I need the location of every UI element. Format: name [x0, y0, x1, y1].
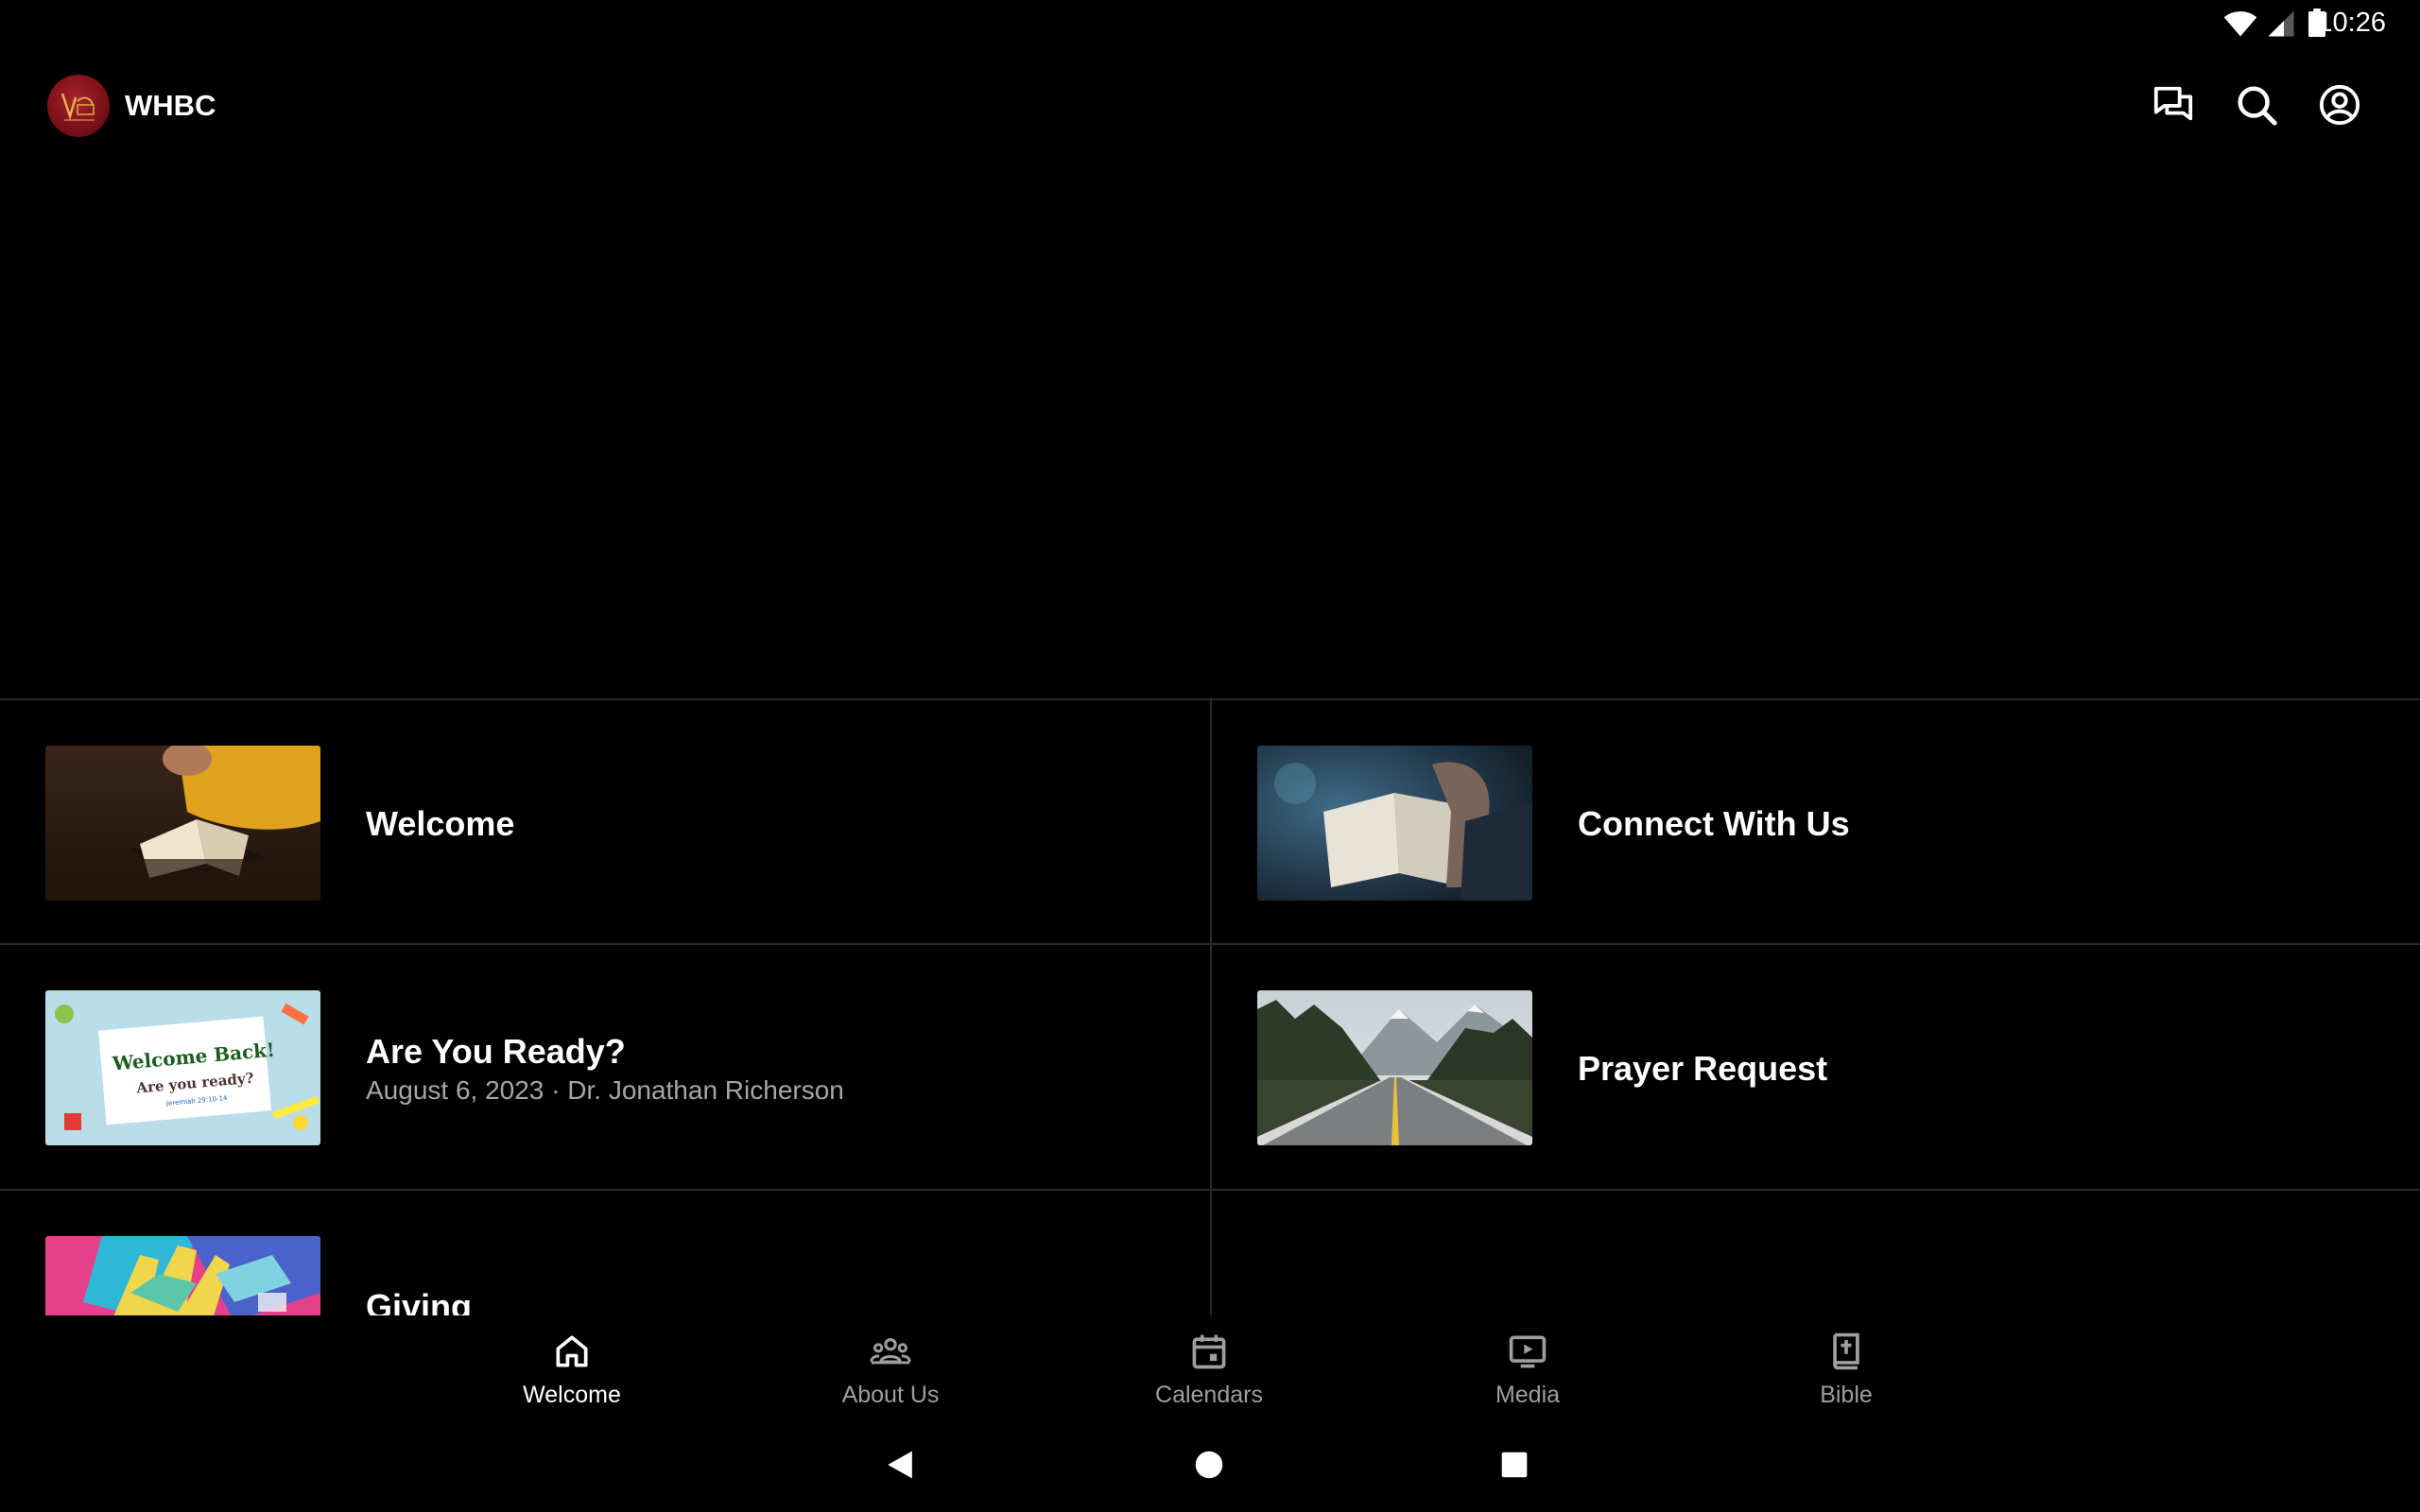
- bible-icon: [1833, 1332, 1859, 1370]
- app-bar: WHBC: [0, 57, 2420, 161]
- nav-label: Welcome: [523, 1382, 621, 1408]
- group-icon: [870, 1337, 911, 1365]
- logo-mark-icon: [60, 93, 95, 121]
- nav-label: Calendars: [1155, 1382, 1263, 1408]
- thumbnail-mountain-road: [1257, 990, 1532, 1145]
- home-button-icon[interactable]: [1195, 1451, 1223, 1479]
- bottom-navigation: Welcome About Us Calendars Media Bible: [0, 1315, 2420, 1418]
- card-are-you-ready[interactable]: Welcome Back! Are you ready? Jeremiah 29…: [0, 945, 1210, 1189]
- card-title: Connect With Us: [1578, 804, 1850, 843]
- card-giving[interactable]: Giving: [0, 1191, 1210, 1315]
- wifi-icon: [2223, 11, 2257, 37]
- card-title: Giving: [366, 1287, 473, 1315]
- thumbnail-colorful-hands: [45, 1236, 320, 1315]
- account-icon[interactable]: [2318, 83, 2361, 127]
- nav-label: About Us: [841, 1382, 940, 1408]
- back-icon[interactable]: [885, 1450, 915, 1480]
- card-subtitle: August 6, 2023 · Dr. Jonathan Richerson: [366, 1075, 844, 1105]
- nav-tab-media[interactable]: Media: [1414, 1315, 1641, 1418]
- nav-tab-about-us[interactable]: About Us: [777, 1315, 1004, 1418]
- home-icon: [556, 1335, 588, 1367]
- chat-icon[interactable]: [2152, 83, 2195, 127]
- card-title: Prayer Request: [1578, 1049, 1828, 1088]
- media-icon: [1509, 1335, 1547, 1368]
- system-navigation-bar: [0, 1418, 2420, 1512]
- nav-tab-bible[interactable]: Bible: [1733, 1315, 1960, 1418]
- recents-icon[interactable]: [1501, 1452, 1528, 1478]
- church-logo[interactable]: [47, 75, 110, 137]
- status-bar: 10:26: [0, 0, 2420, 47]
- cellular-signal-icon: [2268, 10, 2294, 37]
- calendar-icon: [1192, 1334, 1226, 1369]
- thumbnail-hand-holding-bible: [1257, 746, 1532, 901]
- nav-label: Media: [1495, 1382, 1561, 1408]
- nav-label: Bible: [1820, 1382, 1873, 1408]
- nav-tab-calendars[interactable]: Calendars: [1096, 1315, 1322, 1418]
- thumbnail-welcome-back-sign: Welcome Back! Are you ready? Jeremiah 29…: [45, 990, 320, 1145]
- status-time: 10:26: [2317, 8, 2386, 38]
- card-title: Are You Ready?: [366, 1032, 626, 1071]
- app-title: WHBC: [125, 89, 216, 122]
- card-connect-with-us[interactable]: Connect With Us: [1212, 700, 2420, 944]
- card-title: Welcome: [366, 804, 515, 843]
- card-welcome[interactable]: Welcome: [0, 700, 1210, 944]
- search-icon[interactable]: [2235, 83, 2278, 127]
- nav-tab-welcome[interactable]: Welcome: [458, 1315, 685, 1418]
- thumbnail-open-bible-on-table: [45, 746, 320, 901]
- card-prayer-request[interactable]: Prayer Request: [1212, 945, 2420, 1189]
